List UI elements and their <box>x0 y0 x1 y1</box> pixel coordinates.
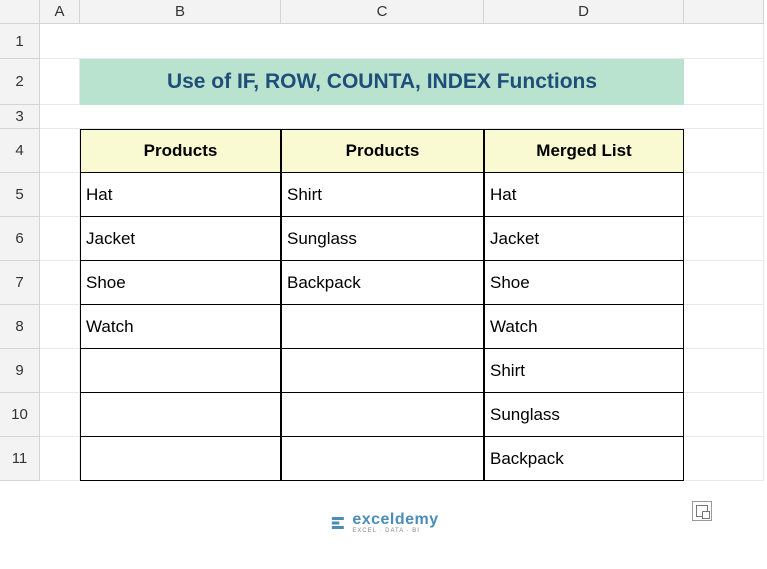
cell[interactable] <box>40 59 80 105</box>
cell[interactable] <box>40 24 764 59</box>
col-header-a[interactable]: A <box>40 0 80 24</box>
cell[interactable] <box>684 261 764 305</box>
spreadsheet-grid[interactable]: A B C D 1 2 Use of IF, ROW, COUNTA, INDE… <box>0 0 767 481</box>
select-all-corner[interactable] <box>0 0 40 24</box>
cell[interactable] <box>40 393 80 437</box>
cell[interactable] <box>684 59 764 105</box>
table-cell[interactable]: Watch <box>80 305 281 349</box>
table-header-merged[interactable]: Merged List <box>484 129 684 173</box>
table-cell[interactable]: Shirt <box>484 349 684 393</box>
table-cell[interactable]: Hat <box>484 173 684 217</box>
row-header-7[interactable]: 7 <box>0 261 40 305</box>
row-header-6[interactable]: 6 <box>0 217 40 261</box>
cell[interactable] <box>40 261 80 305</box>
row-header-8[interactable]: 8 <box>0 305 40 349</box>
table-cell[interactable]: Sunglass <box>484 393 684 437</box>
cell[interactable] <box>684 349 764 393</box>
cell[interactable] <box>684 305 764 349</box>
brand-sub: EXCEL · DATA · BI <box>352 528 438 534</box>
brand-logo-icon <box>328 514 346 532</box>
col-header-c[interactable]: C <box>281 0 484 24</box>
brand-watermark: exceldemy EXCEL · DATA · BI <box>328 512 438 534</box>
table-cell[interactable]: Shoe <box>484 261 684 305</box>
row-header-10[interactable]: 10 <box>0 393 40 437</box>
table-cell[interactable] <box>281 305 484 349</box>
cell[interactable] <box>684 129 764 173</box>
table-cell[interactable] <box>281 437 484 481</box>
cell[interactable] <box>684 173 764 217</box>
cell[interactable] <box>40 349 80 393</box>
table-cell[interactable]: Sunglass <box>281 217 484 261</box>
table-cell[interactable]: Jacket <box>484 217 684 261</box>
row-header-2[interactable]: 2 <box>0 59 40 105</box>
row-header-3[interactable]: 3 <box>0 105 40 129</box>
col-header-b[interactable]: B <box>80 0 281 24</box>
cell[interactable] <box>684 393 764 437</box>
row-header-11[interactable]: 11 <box>0 437 40 481</box>
row-header-9[interactable]: 9 <box>0 349 40 393</box>
table-cell[interactable] <box>80 349 281 393</box>
table-cell[interactable] <box>80 437 281 481</box>
table-cell[interactable]: Hat <box>80 173 281 217</box>
brand-name: exceldemy <box>352 512 438 528</box>
row-header-5[interactable]: 5 <box>0 173 40 217</box>
table-cell[interactable]: Backpack <box>281 261 484 305</box>
paste-options-icon[interactable] <box>692 501 712 521</box>
cell[interactable] <box>684 437 764 481</box>
table-cell[interactable] <box>281 349 484 393</box>
table-cell[interactable]: Watch <box>484 305 684 349</box>
table-header-products-c[interactable]: Products <box>281 129 484 173</box>
cell[interactable] <box>40 129 80 173</box>
cell[interactable] <box>40 217 80 261</box>
cell[interactable] <box>40 105 764 129</box>
table-cell[interactable]: Shirt <box>281 173 484 217</box>
cell[interactable] <box>684 217 764 261</box>
row-header-1[interactable]: 1 <box>0 24 40 59</box>
table-cell[interactable] <box>281 393 484 437</box>
col-header-blank[interactable] <box>684 0 764 24</box>
cell[interactable] <box>40 173 80 217</box>
col-header-d[interactable]: D <box>484 0 684 24</box>
title-banner[interactable]: Use of IF, ROW, COUNTA, INDEX Functions <box>80 59 684 105</box>
table-cell[interactable]: Backpack <box>484 437 684 481</box>
table-cell[interactable] <box>80 393 281 437</box>
table-cell[interactable]: Shoe <box>80 261 281 305</box>
table-cell[interactable]: Jacket <box>80 217 281 261</box>
table-header-products-b[interactable]: Products <box>80 129 281 173</box>
cell[interactable] <box>40 437 80 481</box>
row-header-4[interactable]: 4 <box>0 129 40 173</box>
cell[interactable] <box>40 305 80 349</box>
